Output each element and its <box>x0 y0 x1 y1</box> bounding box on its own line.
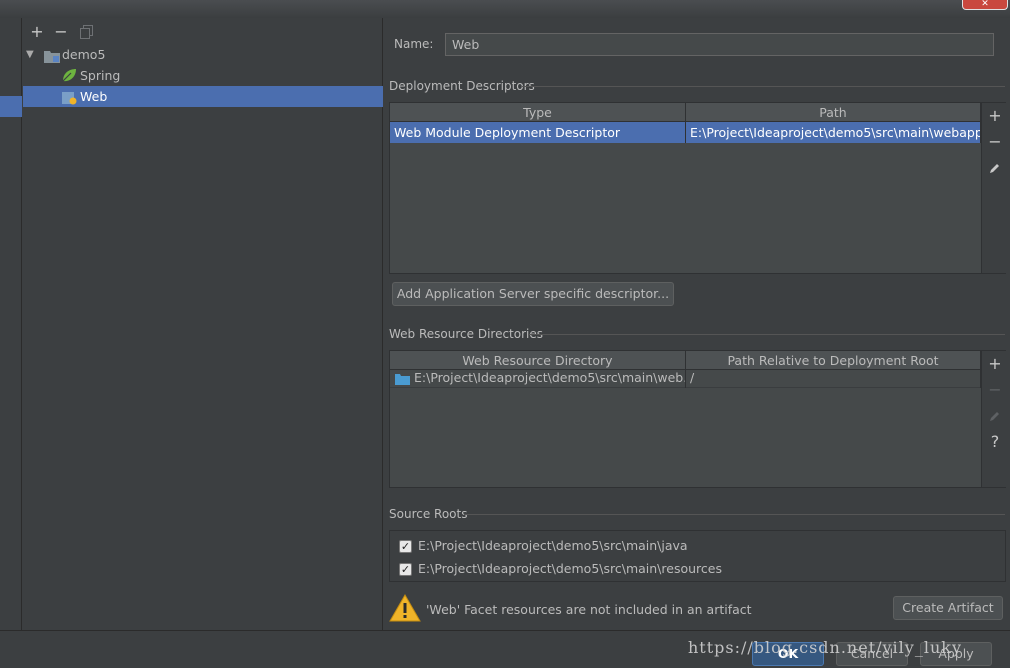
copy-icon[interactable] <box>80 25 94 39</box>
source-root-checkbox[interactable]: ✓ <box>399 540 412 553</box>
resources-side-toolbar: + − ? <box>981 351 1007 487</box>
add-resource-icon[interactable]: + <box>982 351 1008 377</box>
section-separator <box>522 86 1005 87</box>
descriptor-path-cell: E:\Project\Ideaproject\demo5\src\main\we… <box>686 122 981 143</box>
spring-leaf-icon <box>61 68 77 83</box>
pencil-icon[interactable] <box>982 403 1008 429</box>
help-icon[interactable]: ? <box>982 429 1008 455</box>
source-root-checkbox[interactable]: ✓ <box>399 563 412 576</box>
remove-descriptor-icon[interactable]: − <box>982 129 1008 155</box>
deployment-descriptors-title: Deployment Descriptors <box>389 79 535 93</box>
column-header-type[interactable]: Type <box>390 103 686 122</box>
deployment-side-toolbar: + − <box>981 103 1007 273</box>
section-separator <box>528 334 1005 335</box>
pencil-icon[interactable] <box>982 155 1008 181</box>
list-item[interactable]: ✓ E:\Project\Ideaproject\demo5\src\main\… <box>390 535 1005 557</box>
left-category-selected[interactable] <box>0 96 22 117</box>
tree-node-label: demo5 <box>62 47 106 62</box>
folder-icon <box>395 373 410 385</box>
window-close-button[interactable]: ✕ <box>962 0 1008 10</box>
tree-node-demo5[interactable]: ▼ demo5 <box>23 44 383 65</box>
table-row[interactable]: Web Module Deployment Descriptor E:\Proj… <box>390 122 981 143</box>
create-artifact-button[interactable]: Create Artifact <box>893 596 1003 620</box>
descriptor-type-cell: Web Module Deployment Descriptor <box>390 122 686 143</box>
web-resource-directories-title: Web Resource Directories <box>389 327 543 341</box>
name-input[interactable]: Web <box>445 33 994 56</box>
tree-node-spring[interactable]: Spring <box>23 65 383 86</box>
source-roots-list: ✓ E:\Project\Ideaproject\demo5\src\main\… <box>389 530 1006 582</box>
watermark-text: https://blog.csdn.net/vily_luky <box>688 638 962 657</box>
tree-node-label: Spring <box>80 68 121 83</box>
warning-message: 'Web' Facet resources are not included i… <box>426 602 752 617</box>
source-roots-title: Source Roots <box>389 507 468 521</box>
facet-tree-panel: + − ▼ demo5 Spring Web <box>23 18 383 630</box>
web-resource-directories-table: Web Resource Directory Path Relative to … <box>389 350 1007 488</box>
remove-icon[interactable]: − <box>52 23 70 41</box>
resource-directory-cell: E:\Project\Ideaproject\demo5\src\main\we… <box>410 368 686 388</box>
column-header-path[interactable]: Path <box>686 103 981 122</box>
web-facet-icon <box>62 90 77 105</box>
source-root-path: E:\Project\Ideaproject\demo5\src\main\ja… <box>418 538 688 553</box>
window-title-bar <box>0 0 1010 18</box>
warning-icon <box>389 593 421 622</box>
section-separator <box>464 514 1005 515</box>
source-root-path: E:\Project\Ideaproject\demo5\src\main\re… <box>418 561 722 576</box>
deployment-descriptors-table: Type Path Web Module Deployment Descript… <box>389 102 1007 274</box>
add-server-descriptor-button[interactable]: Add Application Server specific descript… <box>392 282 674 306</box>
add-icon[interactable]: + <box>28 23 46 41</box>
tree-node-label: Web <box>80 89 108 104</box>
relative-path-cell: / <box>686 368 981 388</box>
table-row[interactable]: E:\Project\Ideaproject\demo5\src\main\we… <box>390 368 981 388</box>
add-descriptor-icon[interactable]: + <box>982 103 1008 129</box>
tree-node-web[interactable]: Web <box>23 86 383 107</box>
list-item[interactable]: ✓ E:\Project\Ideaproject\demo5\src\main\… <box>390 558 1005 580</box>
expand-arrow-icon[interactable]: ▼ <box>26 44 34 65</box>
remove-resource-icon[interactable]: − <box>982 377 1008 403</box>
folder-module-icon <box>44 48 60 63</box>
name-label: Name: <box>394 37 434 51</box>
